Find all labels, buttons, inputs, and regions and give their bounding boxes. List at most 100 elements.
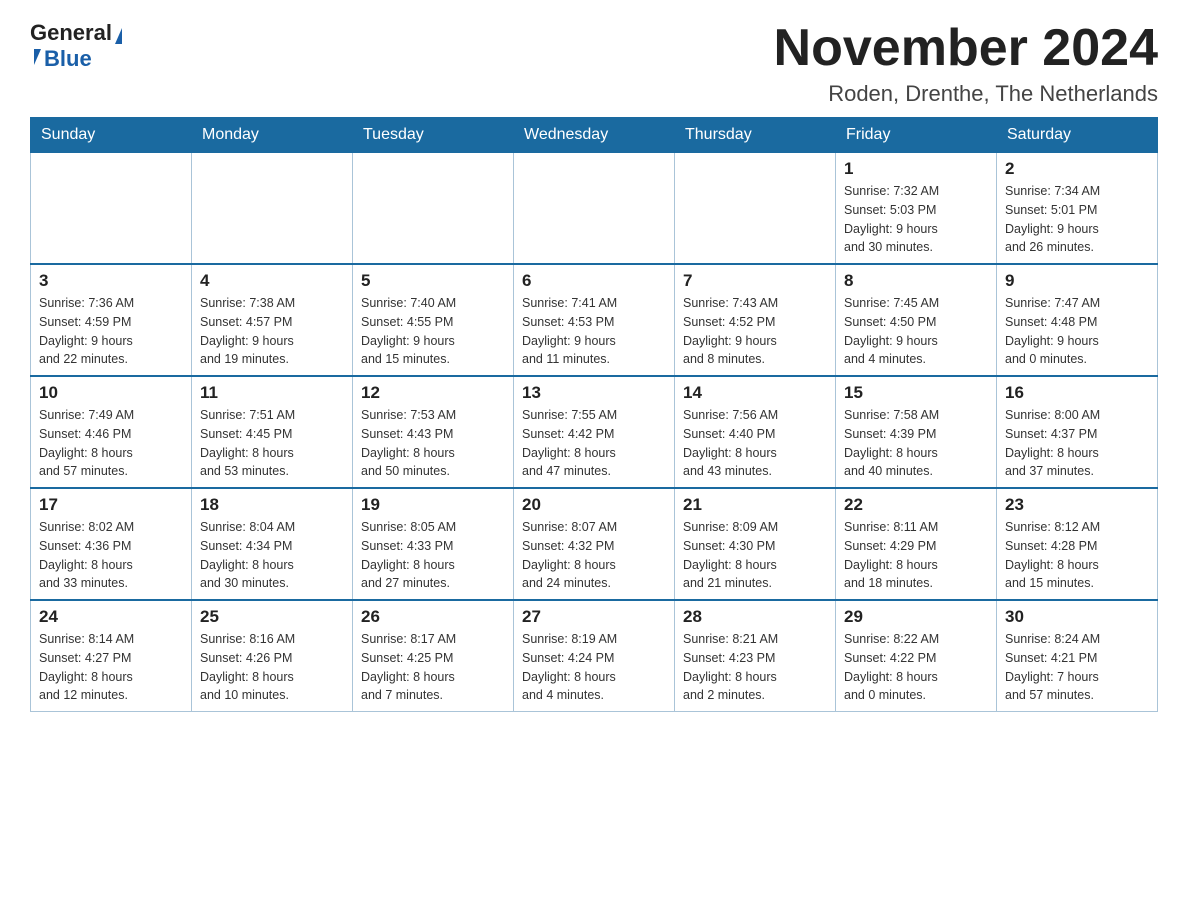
day-info: Sunrise: 7:32 AM Sunset: 5:03 PM Dayligh…: [844, 182, 988, 257]
day-number: 14: [683, 383, 827, 403]
day-number: 18: [200, 495, 344, 515]
day-number: 17: [39, 495, 183, 515]
calendar-cell: 11 Sunrise: 7:51 AM Sunset: 4:45 PM Dayli…: [192, 376, 353, 488]
day-info: Sunrise: 8:04 AM Sunset: 4:34 PM Dayligh…: [200, 518, 344, 593]
calendar-cell: [192, 153, 353, 265]
day-info: Sunrise: 8:17 AM Sunset: 4:25 PM Dayligh…: [361, 630, 505, 705]
weekday-header-friday: Friday: [836, 118, 997, 153]
weekday-header-tuesday: Tuesday: [353, 118, 514, 153]
day-info: Sunrise: 7:55 AM Sunset: 4:42 PM Dayligh…: [522, 406, 666, 481]
day-info: Sunrise: 7:56 AM Sunset: 4:40 PM Dayligh…: [683, 406, 827, 481]
calendar-cell: [31, 153, 192, 265]
day-number: 6: [522, 271, 666, 291]
title-block: November 2024 Roden, Drenthe, The Nether…: [774, 20, 1158, 107]
day-number: 23: [1005, 495, 1149, 515]
day-info: Sunrise: 8:22 AM Sunset: 4:22 PM Dayligh…: [844, 630, 988, 705]
day-number: 13: [522, 383, 666, 403]
weekday-header-monday: Monday: [192, 118, 353, 153]
day-info: Sunrise: 8:02 AM Sunset: 4:36 PM Dayligh…: [39, 518, 183, 593]
calendar-cell: 2 Sunrise: 7:34 AM Sunset: 5:01 PM Daylig…: [997, 153, 1158, 265]
day-number: 2: [1005, 159, 1149, 179]
weekday-header-thursday: Thursday: [675, 118, 836, 153]
calendar-cell: 19 Sunrise: 8:05 AM Sunset: 4:33 PM Dayli…: [353, 488, 514, 600]
day-number: 19: [361, 495, 505, 515]
day-info: Sunrise: 8:09 AM Sunset: 4:30 PM Dayligh…: [683, 518, 827, 593]
day-number: 29: [844, 607, 988, 627]
day-info: Sunrise: 8:05 AM Sunset: 4:33 PM Dayligh…: [361, 518, 505, 593]
day-info: Sunrise: 7:40 AM Sunset: 4:55 PM Dayligh…: [361, 294, 505, 369]
day-number: 5: [361, 271, 505, 291]
day-number: 8: [844, 271, 988, 291]
calendar-week-row: 1 Sunrise: 7:32 AM Sunset: 5:03 PM Daylig…: [31, 153, 1158, 265]
calendar-cell: 24 Sunrise: 8:14 AM Sunset: 4:27 PM Dayli…: [31, 600, 192, 712]
calendar-cell: 16 Sunrise: 8:00 AM Sunset: 4:37 PM Dayli…: [997, 376, 1158, 488]
day-info: Sunrise: 8:21 AM Sunset: 4:23 PM Dayligh…: [683, 630, 827, 705]
weekday-header-sunday: Sunday: [31, 118, 192, 153]
day-info: Sunrise: 8:00 AM Sunset: 4:37 PM Dayligh…: [1005, 406, 1149, 481]
day-info: Sunrise: 7:41 AM Sunset: 4:53 PM Dayligh…: [522, 294, 666, 369]
calendar-cell: 1 Sunrise: 7:32 AM Sunset: 5:03 PM Daylig…: [836, 153, 997, 265]
day-number: 11: [200, 383, 344, 403]
calendar-cell: 10Sunrise: 7:49 AM Sunset: 4:46 PM Dayli…: [31, 376, 192, 488]
calendar-cell: [675, 153, 836, 265]
calendar-cell: 23 Sunrise: 8:12 AM Sunset: 4:28 PM Dayli…: [997, 488, 1158, 600]
day-number: 1: [844, 159, 988, 179]
calendar-title: November 2024: [774, 20, 1158, 77]
calendar-cell: 26Sunrise: 8:17 AM Sunset: 4:25 PM Dayli…: [353, 600, 514, 712]
calendar-cell: 6 Sunrise: 7:41 AM Sunset: 4:53 PM Daylig…: [514, 264, 675, 376]
day-number: 7: [683, 271, 827, 291]
day-info: Sunrise: 7:53 AM Sunset: 4:43 PM Dayligh…: [361, 406, 505, 481]
calendar-cell: [514, 153, 675, 265]
calendar-cell: 21 Sunrise: 8:09 AM Sunset: 4:30 PM Dayli…: [675, 488, 836, 600]
day-info: Sunrise: 8:11 AM Sunset: 4:29 PM Dayligh…: [844, 518, 988, 593]
day-info: Sunrise: 7:36 AM Sunset: 4:59 PM Dayligh…: [39, 294, 183, 369]
calendar-week-row: 17 Sunrise: 8:02 AM Sunset: 4:36 PM Dayli…: [31, 488, 1158, 600]
day-number: 4: [200, 271, 344, 291]
day-number: 12: [361, 383, 505, 403]
logo-triangle-icon: [115, 28, 122, 44]
weekday-header-wednesday: Wednesday: [514, 118, 675, 153]
calendar-cell: 22 Sunrise: 8:11 AM Sunset: 4:29 PM Dayli…: [836, 488, 997, 600]
calendar-subtitle: Roden, Drenthe, The Netherlands: [774, 81, 1158, 107]
day-info: Sunrise: 7:34 AM Sunset: 5:01 PM Dayligh…: [1005, 182, 1149, 257]
calendar-cell: 12 Sunrise: 7:53 AM Sunset: 4:43 PM Dayli…: [353, 376, 514, 488]
page-header: General Blue November 2024 Roden, Drenth…: [30, 20, 1158, 107]
day-info: Sunrise: 7:58 AM Sunset: 4:39 PM Dayligh…: [844, 406, 988, 481]
calendar-cell: 9Sunrise: 7:47 AM Sunset: 4:48 PM Daylig…: [997, 264, 1158, 376]
calendar-cell: [353, 153, 514, 265]
logo: General Blue: [30, 20, 122, 72]
day-number: 16: [1005, 383, 1149, 403]
day-info: Sunrise: 7:47 AM Sunset: 4:48 PM Dayligh…: [1005, 294, 1149, 369]
day-info: Sunrise: 7:38 AM Sunset: 4:57 PM Dayligh…: [200, 294, 344, 369]
calendar-week-row: 24 Sunrise: 8:14 AM Sunset: 4:27 PM Dayli…: [31, 600, 1158, 712]
day-info: Sunrise: 8:12 AM Sunset: 4:28 PM Dayligh…: [1005, 518, 1149, 593]
calendar-cell: 17 Sunrise: 8:02 AM Sunset: 4:36 PM Dayli…: [31, 488, 192, 600]
day-number: 10: [39, 383, 183, 403]
calendar-cell: 13 Sunrise: 7:55 AM Sunset: 4:42 PM Dayli…: [514, 376, 675, 488]
calendar-week-row: 3Sunrise: 7:36 AM Sunset: 4:59 PM Daylig…: [31, 264, 1158, 376]
calendar-week-row: 10Sunrise: 7:49 AM Sunset: 4:46 PM Dayli…: [31, 376, 1158, 488]
calendar-cell: 4 Sunrise: 7:38 AM Sunset: 4:57 PM Daylig…: [192, 264, 353, 376]
day-number: 15: [844, 383, 988, 403]
calendar-cell: 29 Sunrise: 8:22 AM Sunset: 4:22 PM Dayli…: [836, 600, 997, 712]
day-number: 24: [39, 607, 183, 627]
calendar-cell: 8 Sunrise: 7:45 AM Sunset: 4:50 PM Daylig…: [836, 264, 997, 376]
calendar-cell: 25 Sunrise: 8:16 AM Sunset: 4:26 PM Dayli…: [192, 600, 353, 712]
calendar-cell: 14 Sunrise: 7:56 AM Sunset: 4:40 PM Dayli…: [675, 376, 836, 488]
calendar-cell: 27Sunrise: 8:19 AM Sunset: 4:24 PM Dayli…: [514, 600, 675, 712]
day-info: Sunrise: 8:14 AM Sunset: 4:27 PM Dayligh…: [39, 630, 183, 705]
logo-blue-text: Blue: [44, 46, 92, 72]
day-number: 20: [522, 495, 666, 515]
day-number: 22: [844, 495, 988, 515]
day-number: 30: [1005, 607, 1149, 627]
day-info: Sunrise: 8:24 AM Sunset: 4:21 PM Dayligh…: [1005, 630, 1149, 705]
day-info: Sunrise: 7:51 AM Sunset: 4:45 PM Dayligh…: [200, 406, 344, 481]
weekday-header-row: SundayMondayTuesdayWednesdayThursdayFrid…: [31, 118, 1158, 153]
calendar-cell: 18 Sunrise: 8:04 AM Sunset: 4:34 PM Dayli…: [192, 488, 353, 600]
day-number: 21: [683, 495, 827, 515]
day-info: Sunrise: 7:45 AM Sunset: 4:50 PM Dayligh…: [844, 294, 988, 369]
weekday-header-saturday: Saturday: [997, 118, 1158, 153]
day-info: Sunrise: 8:16 AM Sunset: 4:26 PM Dayligh…: [200, 630, 344, 705]
calendar-cell: 28Sunrise: 8:21 AM Sunset: 4:23 PM Dayli…: [675, 600, 836, 712]
day-number: 25: [200, 607, 344, 627]
